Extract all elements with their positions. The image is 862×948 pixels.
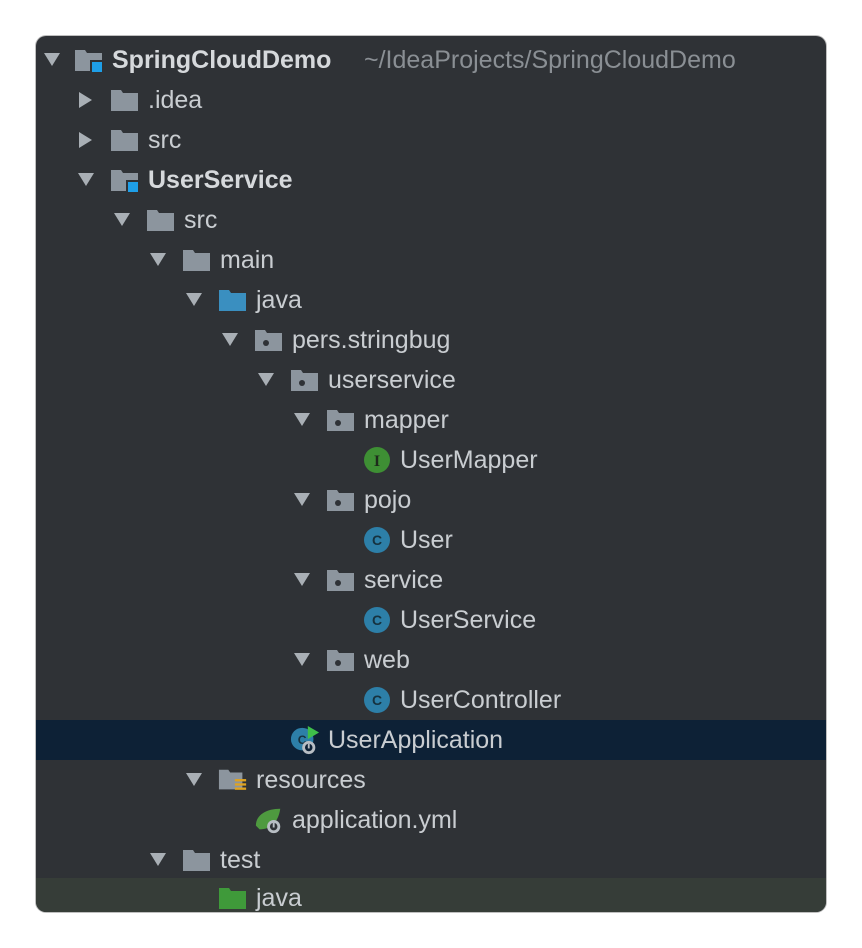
file-label: UserService (400, 606, 537, 634)
test-source-folder-icon (218, 883, 248, 912)
expand-arrow-icon[interactable] (292, 650, 312, 670)
folder-icon (146, 205, 176, 235)
spring-config-file-icon (254, 805, 284, 835)
tree-row-project-root[interactable]: SpringCloudDemo ~/IdeaProjects/SpringClo… (36, 40, 826, 80)
folder-icon (182, 245, 212, 275)
package-icon (326, 645, 356, 675)
tree-row-user-mapper[interactable]: I UserMapper (36, 440, 826, 480)
expand-arrow-icon[interactable] (42, 50, 62, 70)
tree-row-userservice-package[interactable]: userservice (36, 360, 826, 400)
file-label: User (400, 526, 453, 554)
project-name: SpringCloudDemo (112, 46, 332, 74)
tree-row-test[interactable]: test (36, 840, 826, 880)
class-icon: C (362, 685, 392, 715)
package-label: pojo (364, 486, 412, 514)
class-icon: C (362, 525, 392, 555)
tree-row-test-java[interactable]: java (36, 878, 826, 912)
tree-row-java-source[interactable]: java (36, 280, 826, 320)
folder-icon (110, 125, 140, 155)
package-icon (326, 485, 356, 515)
tree-row-idea[interactable]: .idea (36, 80, 826, 120)
folder-label: main (220, 246, 275, 274)
spring-boot-run-class-icon: C (290, 725, 320, 755)
resources-folder-icon (218, 765, 248, 795)
expand-arrow-icon[interactable] (256, 370, 276, 390)
tree-row-mapper-package[interactable]: mapper (36, 400, 826, 440)
file-label: UserMapper (400, 446, 538, 474)
interface-icon: I (362, 445, 392, 475)
project-path: ~/IdeaProjects/SpringCloudDemo (364, 46, 736, 74)
expand-arrow-icon[interactable] (148, 250, 168, 270)
expand-arrow-icon[interactable] (292, 410, 312, 430)
collapsed-arrow-icon[interactable] (76, 90, 96, 110)
tree-row-user-class[interactable]: C User (36, 520, 826, 560)
package-label: mapper (364, 406, 449, 434)
expand-arrow-icon[interactable] (292, 490, 312, 510)
tree-row-module-src[interactable]: src (36, 200, 826, 240)
collapsed-arrow-icon[interactable] (76, 130, 96, 150)
folder-label: java (256, 884, 302, 912)
project-tool-window: SpringCloudDemo ~/IdeaProjects/SpringClo… (36, 36, 826, 912)
file-label: UserApplication (328, 726, 504, 754)
file-label: UserController (400, 686, 562, 714)
tree-row-resources[interactable]: resources (36, 760, 826, 800)
tree-row-user-controller[interactable]: C UserController (36, 680, 826, 720)
tree-row-module-userservice[interactable]: UserService (36, 160, 826, 200)
tree-row-root-src[interactable]: src (36, 120, 826, 160)
tree-row-service-package[interactable]: service (36, 560, 826, 600)
svg-text:C: C (372, 612, 382, 628)
svg-text:C: C (372, 692, 382, 708)
expand-arrow-icon[interactable] (292, 570, 312, 590)
source-folder-icon (218, 285, 248, 315)
tree-row-main[interactable]: main (36, 240, 826, 280)
package-label: web (364, 646, 410, 674)
tree-row-user-service-class[interactable]: C UserService (36, 600, 826, 640)
svg-text:I: I (374, 453, 380, 470)
folder-icon (110, 85, 140, 115)
folder-label: test (220, 846, 261, 874)
tree-row-web-package[interactable]: web (36, 640, 826, 680)
expand-arrow-icon[interactable] (220, 330, 240, 350)
module-folder-icon (110, 165, 140, 195)
expand-arrow-icon[interactable] (76, 170, 96, 190)
tree-row-application-yml[interactable]: application.yml (36, 800, 826, 840)
package-icon (290, 365, 320, 395)
tree-row-pojo-package[interactable]: pojo (36, 480, 826, 520)
folder-label: src (184, 206, 218, 234)
expand-arrow-icon[interactable] (184, 770, 204, 790)
package-icon (254, 325, 284, 355)
expand-arrow-icon[interactable] (184, 290, 204, 310)
tree-row-package-root[interactable]: pers.stringbug (36, 320, 826, 360)
folder-label: .idea (148, 86, 203, 114)
folder-label: src (148, 126, 182, 154)
module-folder-icon (74, 45, 104, 75)
svg-text:C: C (372, 532, 382, 548)
module-name: UserService (148, 166, 293, 194)
package-icon (326, 565, 356, 595)
package-label: userservice (328, 366, 456, 394)
tree-row-user-application[interactable]: C UserApplication (36, 720, 826, 760)
folder-label: resources (256, 766, 366, 794)
file-label: application.yml (292, 806, 458, 834)
package-label: pers.stringbug (292, 326, 451, 354)
folder-icon (182, 845, 212, 875)
package-icon (326, 405, 356, 435)
folder-label: java (256, 286, 302, 314)
class-icon: C (362, 605, 392, 635)
expand-arrow-icon[interactable] (112, 210, 132, 230)
package-label: service (364, 566, 444, 594)
expand-arrow-icon[interactable] (148, 850, 168, 870)
